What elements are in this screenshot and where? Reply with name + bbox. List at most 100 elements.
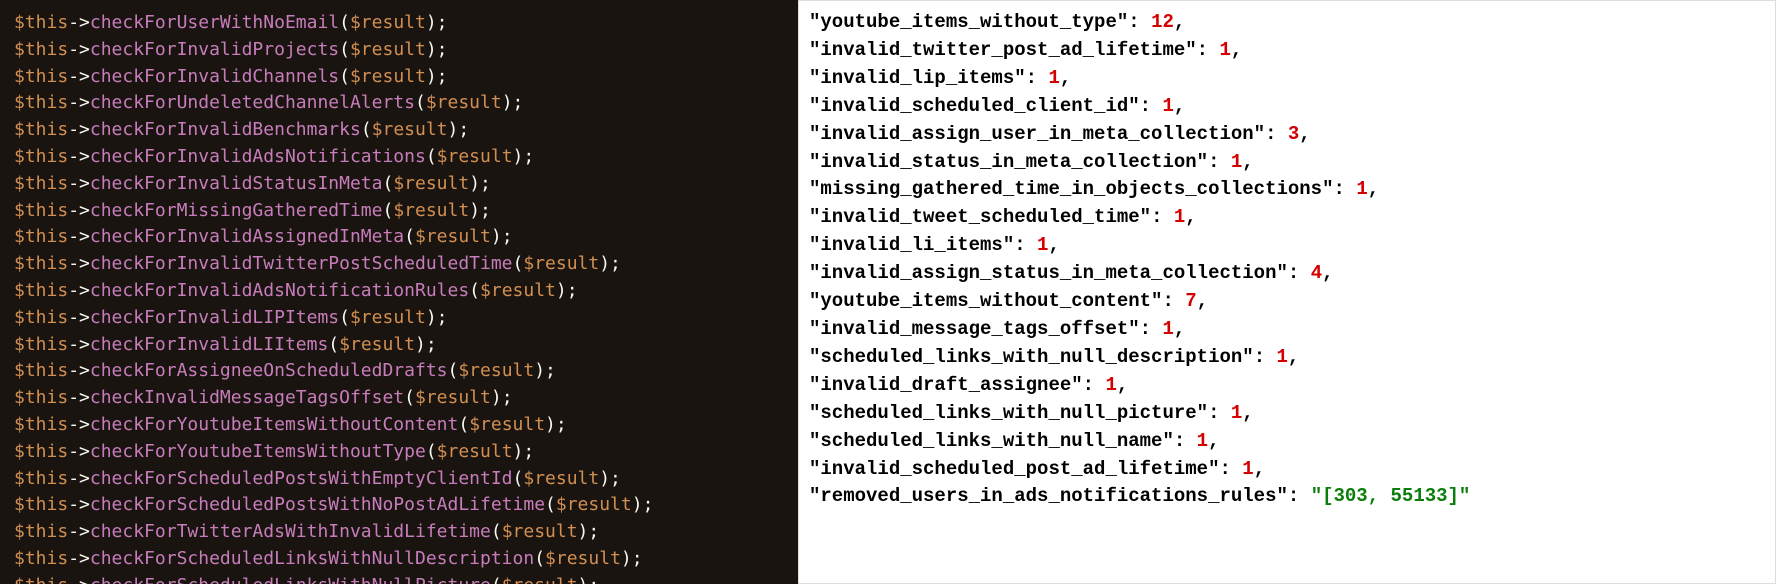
json-line: "invalid_scheduled_post_ad_lifetime": 1, [809, 456, 1765, 484]
arg-token: $result [339, 334, 415, 355]
json-value: 4 [1311, 262, 1322, 284]
code-line: $this->checkForInvalidChannels($result); [14, 64, 784, 91]
arrow-token: -> [68, 575, 90, 584]
close-paren-semicolon: ); [599, 468, 621, 489]
arrow-token: -> [68, 226, 90, 247]
json-colon: : [1140, 318, 1163, 340]
method-name: checkForInvalidChannels [90, 66, 339, 87]
json-trailing: , [1117, 374, 1128, 396]
arg-token: $result [556, 494, 632, 515]
json-value: 12 [1151, 11, 1174, 33]
method-name: checkForAssigneeOnScheduledDrafts [90, 360, 448, 381]
arrow-token: -> [68, 521, 90, 542]
json-line: "invalid_assign_status_in_meta_collectio… [809, 260, 1765, 288]
json-trailing: , [1174, 95, 1185, 117]
code-line: $this->checkForUserWithNoEmail($result); [14, 10, 784, 37]
close-paren-semicolon: ); [545, 414, 567, 435]
open-paren: ( [426, 146, 437, 167]
method-name: checkForUndeletedChannelAlerts [90, 92, 415, 113]
method-name: checkForInvalidAdsNotificationRules [90, 280, 469, 301]
json-line: "invalid_li_items": 1, [809, 232, 1765, 260]
json-colon: : [1288, 485, 1311, 507]
json-key: "invalid_message_tags_offset" [809, 318, 1140, 340]
json-trailing: , [1185, 206, 1196, 228]
code-line: $this->checkForInvalidLIItems($result); [14, 332, 784, 359]
code-line: $this->checkForInvalidProjects($result); [14, 37, 784, 64]
arrow-token: -> [68, 92, 90, 113]
arg-token: $result [415, 387, 491, 408]
json-key: "invalid_assign_user_in_meta_collection" [809, 123, 1265, 145]
json-line: "youtube_items_without_type": 12, [809, 9, 1765, 37]
json-trailing: , [1368, 178, 1379, 200]
open-paren: ( [534, 548, 545, 569]
code-line: $this->checkForScheduledLinksWithNullPic… [14, 573, 784, 584]
method-name: checkForTwitterAdsWithInvalidLifetime [90, 521, 491, 542]
code-line: $this->checkForScheduledPostsWithNoPostA… [14, 492, 784, 519]
json-line: "scheduled_links_with_null_name": 1, [809, 428, 1765, 456]
method-name: checkForScheduledLinksWithNullDescriptio… [90, 548, 534, 569]
json-colon: : [1151, 206, 1174, 228]
json-key: "invalid_twitter_post_ad_lifetime" [809, 39, 1197, 61]
arrow-token: -> [68, 173, 90, 194]
this-token: $this [14, 575, 68, 584]
arrow-token: -> [68, 253, 90, 274]
json-trailing: , [1174, 318, 1185, 340]
json-value: 1 [1231, 402, 1242, 424]
code-line: $this->checkForMissingGatheredTime($resu… [14, 198, 784, 225]
json-line: "invalid_status_in_meta_collection": 1, [809, 149, 1765, 177]
close-paren-semicolon: ); [426, 39, 448, 60]
json-value: 1 [1048, 67, 1059, 89]
open-paren: ( [339, 12, 350, 33]
open-paren: ( [448, 360, 459, 381]
this-token: $this [14, 360, 68, 381]
json-line: "scheduled_links_with_null_picture": 1, [809, 400, 1765, 428]
json-trailing: , [1322, 262, 1333, 284]
json-colon: : [1140, 95, 1163, 117]
json-key: "scheduled_links_with_null_name" [809, 430, 1174, 452]
this-token: $this [14, 92, 68, 113]
json-key: "invalid_tweet_scheduled_time" [809, 206, 1151, 228]
close-paren-semicolon: ); [415, 334, 437, 355]
method-name: checkForScheduledPostsWithNoPostAdLifeti… [90, 494, 545, 515]
json-colon: : [1162, 290, 1185, 312]
json-value: 1 [1242, 458, 1253, 480]
json-line: "invalid_lip_items": 1, [809, 65, 1765, 93]
close-paren-semicolon: ); [513, 441, 535, 462]
open-paren: ( [426, 441, 437, 462]
json-value: 1 [1162, 95, 1173, 117]
arg-token: $result [502, 575, 578, 584]
this-token: $this [14, 173, 68, 194]
close-paren-semicolon: ); [578, 575, 600, 584]
code-line: $this->checkForScheduledLinksWithNullDes… [14, 546, 784, 573]
arg-token: $result [480, 280, 556, 301]
arg-token: $result [372, 119, 448, 140]
json-value: 7 [1185, 290, 1196, 312]
json-trailing: , [1231, 39, 1242, 61]
code-line: $this->checkForYoutubeItemsWithoutConten… [14, 412, 784, 439]
code-line: $this->checkForYoutubeItemsWithoutType($… [14, 439, 784, 466]
arg-token: $result [469, 414, 545, 435]
arg-token: $result [415, 226, 491, 247]
method-name: checkForScheduledPostsWithEmptyClientId [90, 468, 513, 489]
open-paren: ( [458, 414, 469, 435]
open-paren: ( [491, 521, 502, 542]
json-line: "invalid_draft_assignee": 1, [809, 372, 1765, 400]
this-token: $this [14, 334, 68, 355]
close-paren-semicolon: ); [426, 307, 448, 328]
json-key: "invalid_assign_status_in_meta_collectio… [809, 262, 1288, 284]
arrow-token: -> [68, 39, 90, 60]
json-colon: : [1014, 234, 1037, 256]
method-name: checkForInvalidLIItems [90, 334, 328, 355]
json-colon: : [1219, 458, 1242, 480]
arrow-token: -> [68, 334, 90, 355]
code-line: $this->checkForInvalidAssignedInMeta($re… [14, 224, 784, 251]
arrow-token: -> [68, 387, 90, 408]
arg-token: $result [437, 441, 513, 462]
json-line: "removed_users_in_ads_notifications_rule… [809, 483, 1765, 511]
json-key: "youtube_items_without_content" [809, 290, 1162, 312]
arrow-token: -> [68, 146, 90, 167]
json-value: "[303, 55133]" [1311, 485, 1471, 507]
close-paren-semicolon: ); [621, 548, 643, 569]
method-name: checkForInvalidAssignedInMeta [90, 226, 404, 247]
json-value: 1 [1174, 206, 1185, 228]
